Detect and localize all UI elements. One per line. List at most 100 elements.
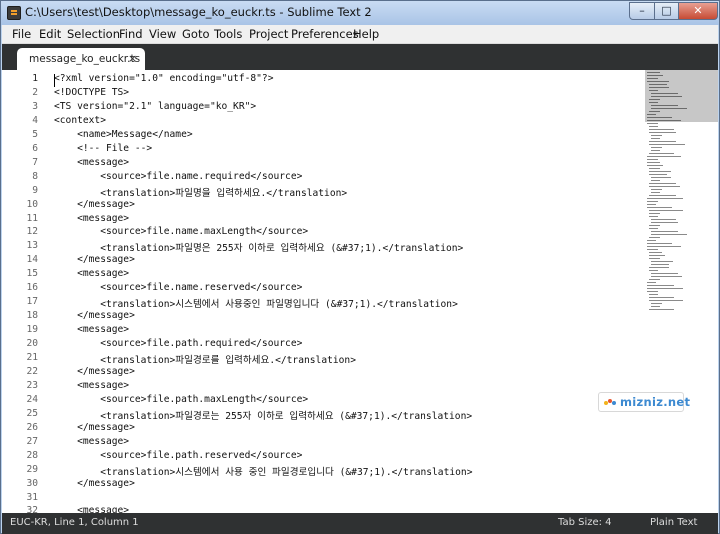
code-line[interactable]: </message> — [54, 199, 135, 210]
code-line[interactable]: <source>file.path.required</source> — [54, 338, 302, 349]
code-line[interactable]: <translation>파일명을 입력하세요.</translation> — [54, 185, 347, 199]
menu-project[interactable]: Project — [249, 27, 288, 41]
code-line[interactable]: <source>file.name.maxLength</source> — [54, 226, 308, 237]
code-line[interactable]: <name>Message</name> — [54, 129, 193, 140]
code-line[interactable]: <source>file.name.reserved</source> — [54, 282, 302, 293]
line-number: 3 — [32, 100, 38, 112]
code-line[interactable]: <translation>파일경로는 255자 이하로 입력하세요 (&#37;… — [54, 408, 472, 422]
code-line[interactable]: <context> — [54, 115, 106, 126]
code-line[interactable]: <!DOCTYPE TS> — [54, 87, 129, 98]
menu-selection[interactable]: Selection — [67, 27, 120, 41]
code-line[interactable]: <source>file.path.reserved</source> — [54, 450, 302, 461]
line-number: 19 — [26, 324, 38, 336]
line-number: 28 — [26, 449, 38, 461]
code-line[interactable]: <message> — [54, 268, 129, 279]
maximize-button[interactable]: □ — [654, 2, 679, 20]
minimap-line — [651, 180, 660, 181]
line-number: 1 — [32, 73, 38, 84]
close-button[interactable]: ✕ — [678, 2, 718, 20]
minimap-line — [649, 255, 666, 256]
minimap-line — [649, 279, 660, 280]
code-line[interactable]: </message> — [54, 254, 135, 265]
minimize-button[interactable]: – — [629, 2, 655, 20]
code-line[interactable]: </message> — [54, 366, 135, 377]
tab-message-ko-euckr[interactable]: message_ko_euckr.ts × — [17, 48, 145, 70]
menu-find[interactable]: Find — [119, 27, 143, 41]
minimap-line — [649, 297, 675, 298]
menu-view[interactable]: View — [149, 27, 176, 41]
line-number: 9 — [32, 184, 38, 196]
minimap-line — [649, 144, 685, 145]
code-line[interactable]: <message> — [54, 324, 129, 335]
line-number: 12 — [26, 226, 38, 238]
minimap-line — [651, 234, 687, 235]
minimap-line — [649, 186, 680, 187]
line-number: 16 — [26, 282, 38, 294]
code-line[interactable]: </message> — [54, 310, 135, 321]
menu-preferences[interactable]: Preferences — [291, 27, 359, 41]
code-line[interactable]: <?xml version="1.0" encoding="utf-8"?> — [54, 73, 274, 84]
tab-bar: message_ko_euckr.ts × — [2, 44, 718, 70]
status-syntax[interactable]: Plain Text — [650, 517, 697, 528]
line-number: 30 — [26, 477, 38, 489]
line-number: 13 — [26, 240, 38, 252]
code-line[interactable]: <message> — [54, 157, 129, 168]
code-line[interactable]: <translation>시스템에서 사용중인 파일명입니다 (&#37;1).… — [54, 296, 458, 310]
minimap-line — [647, 282, 656, 283]
code-editor[interactable]: 1 2 3 4 5 6 7 8 9 10 11 12 13 14 15 16 17 18 19 20 21 22 23 24 2… — [2, 70, 718, 513]
minimap-line — [651, 135, 662, 136]
code-line[interactable]: <message> — [54, 380, 129, 391]
line-number: 27 — [26, 435, 38, 447]
line-number: 2 — [32, 86, 38, 98]
minimap-viewport[interactable] — [645, 70, 718, 122]
minimap-line — [649, 213, 660, 214]
code-line[interactable]: <translation>파일명은 255자 이하로 입력하세요 (&#37;1… — [54, 240, 463, 254]
minimap-line — [647, 207, 673, 208]
minimap-line — [647, 159, 658, 160]
line-number: 5 — [32, 128, 38, 140]
code-line[interactable]: <message> — [54, 436, 129, 447]
minimap-line — [651, 231, 678, 232]
code-line[interactable]: <!-- File --> — [54, 143, 152, 154]
sublime-app-icon — [7, 6, 21, 20]
minimap-line — [649, 252, 662, 253]
code-line[interactable]: <message> — [54, 505, 129, 513]
minimap-line — [649, 168, 660, 169]
watermark-dots-icon — [604, 399, 616, 405]
line-number: 7 — [32, 156, 38, 168]
watermark-text: mizniz.net — [620, 395, 691, 409]
line-number: 10 — [26, 198, 38, 210]
code-line[interactable]: </message> — [54, 422, 135, 433]
code-line[interactable]: <source>file.path.maxLength</source> — [54, 394, 308, 405]
code-line[interactable]: </message> — [54, 478, 135, 489]
line-number: 14 — [26, 254, 38, 266]
menu-tools[interactable]: Tools — [214, 27, 242, 41]
menu-file[interactable]: File — [12, 27, 31, 41]
minimap-line — [649, 225, 660, 226]
title-bar[interactable]: C:\Users\test\Desktop\message_ko_euckr.t… — [1, 1, 719, 25]
menu-help[interactable]: Help — [353, 27, 379, 41]
line-number: 6 — [32, 142, 38, 154]
minimap-line — [649, 126, 658, 127]
code-line[interactable]: <TS version="2.1" language="ko_KR"> — [54, 101, 256, 112]
line-number: 11 — [26, 212, 38, 224]
minimap-line — [649, 237, 660, 238]
minimap-line — [649, 132, 676, 133]
code-line[interactable]: <translation>파일경로를 입력하세요.</translation> — [54, 352, 356, 366]
code-line[interactable]: <translation>시스템에서 사용 중인 파일경로입니다 (&#37;1… — [54, 464, 472, 478]
menu-edit[interactable]: Edit — [39, 27, 61, 41]
status-tab-size[interactable]: Tab Size: 4 — [558, 517, 612, 528]
minimap-line — [651, 150, 660, 151]
minimap-line — [649, 141, 676, 142]
minimap-line — [651, 222, 678, 223]
menu-goto[interactable]: Goto — [182, 27, 210, 41]
minimap-line — [649, 258, 660, 259]
code-line[interactable]: <source>file.name.required</source> — [54, 171, 302, 182]
minimap[interactable] — [645, 70, 718, 513]
tab-close-icon[interactable]: × — [128, 52, 137, 65]
code-line[interactable]: <message> — [54, 213, 129, 224]
minimap-line — [649, 210, 684, 211]
line-number: 4 — [32, 114, 38, 126]
minimap-line — [647, 291, 658, 292]
minimap-line — [649, 171, 671, 172]
